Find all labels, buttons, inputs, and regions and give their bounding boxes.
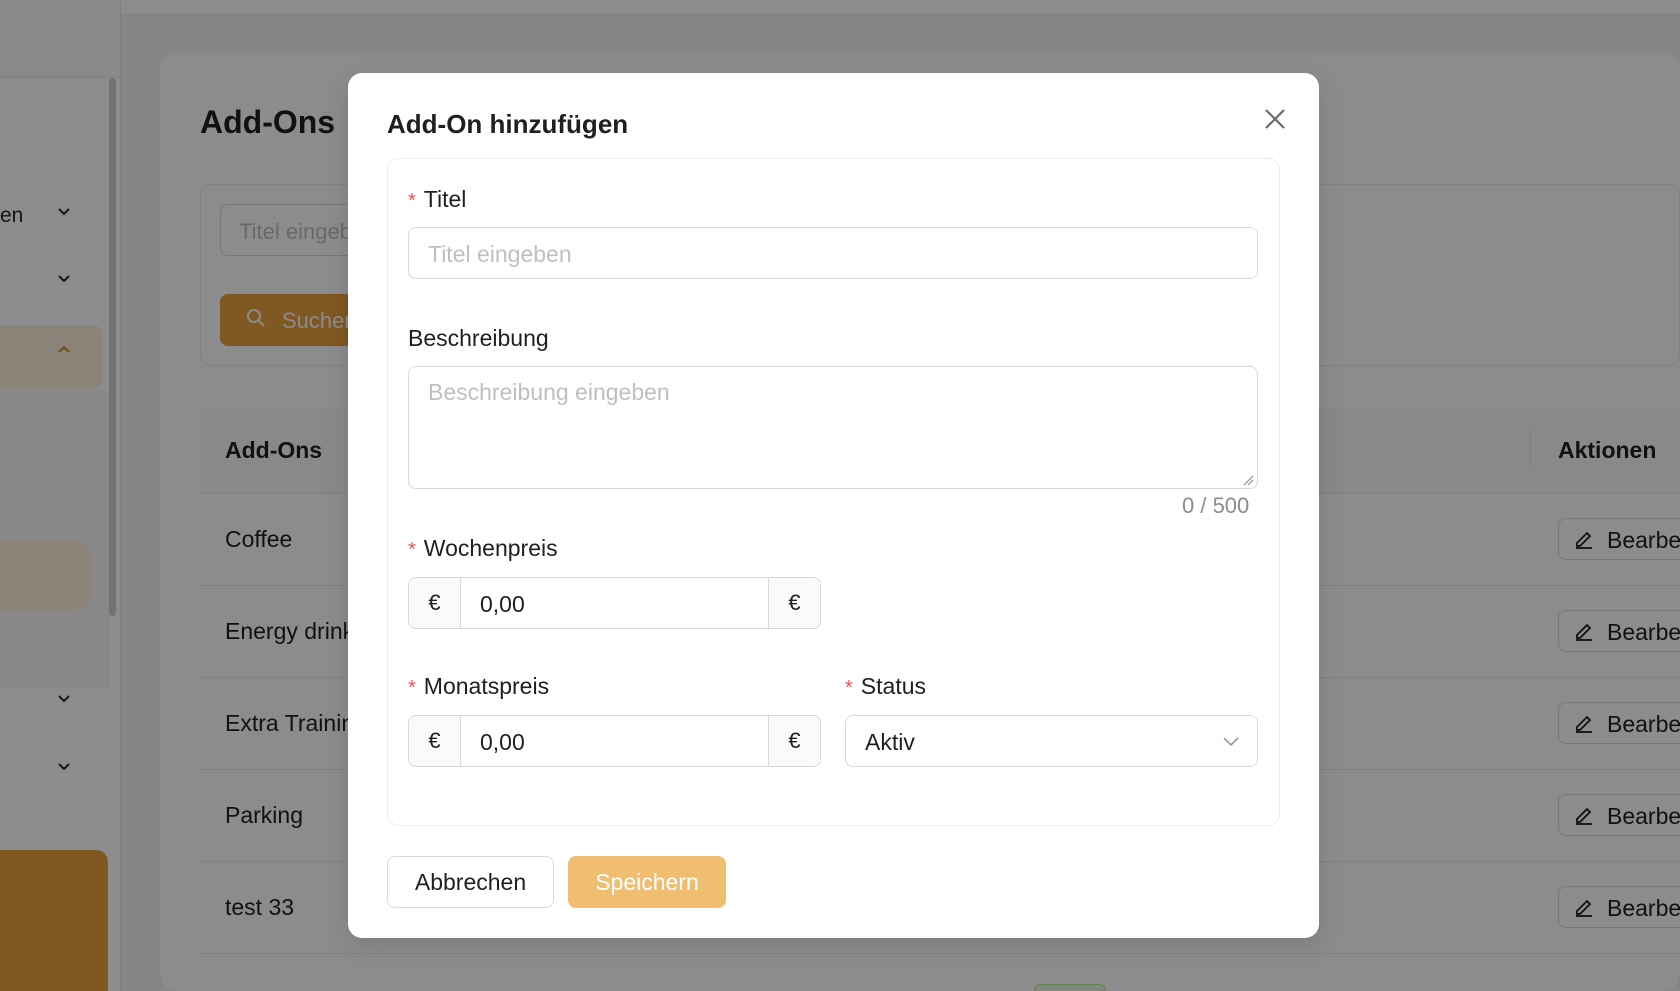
title-input[interactable]: Titel eingeben [408, 227, 1258, 279]
monthly-price-label-text: Monatspreis [423, 673, 550, 699]
required-mark: * [408, 190, 416, 212]
description-counter: 0 / 500 [1182, 493, 1250, 518]
status-label-text: Status [860, 673, 927, 699]
status-label: * Status [845, 673, 926, 700]
chevron-down-icon [1221, 731, 1241, 751]
status-select[interactable]: Aktiv [845, 715, 1258, 767]
required-mark: * [408, 677, 416, 699]
status-value: Aktiv [865, 729, 915, 755]
addon-form: * Titel Titel eingeben Beschreibung Besch… [387, 158, 1280, 826]
title-label-text: Titel [423, 186, 467, 212]
required-mark: * [408, 539, 416, 561]
euro-suffix: € [768, 716, 820, 766]
monthly-price-value: 0,00 [480, 729, 525, 755]
modal-title: Add-On hinzufügen [387, 109, 629, 139]
save-button[interactable]: Speichern [568, 856, 726, 908]
resize-handle-icon[interactable] [1242, 473, 1254, 486]
cancel-button[interactable]: Abbrechen [387, 856, 554, 908]
description-textarea[interactable]: Beschreibung eingeben [408, 366, 1258, 489]
required-mark: * [845, 677, 853, 699]
title-label: * Titel [408, 186, 466, 213]
description-placeholder: Beschreibung eingeben [428, 379, 670, 405]
weekly-price-value: 0,00 [480, 591, 525, 617]
weekly-price-label: * Wochenpreis [408, 535, 558, 562]
euro-suffix: € [768, 578, 820, 628]
close-icon[interactable] [1258, 102, 1292, 136]
monthly-price-label: * Monatspreis [408, 673, 549, 700]
weekly-price-input[interactable]: € 0,00 € [408, 577, 821, 629]
add-addon-modal: Add-On hinzufügen * Titel Titel eingeben … [348, 73, 1319, 938]
description-label: Beschreibung [408, 325, 549, 351]
weekly-price-label-text: Wochenpreis [423, 535, 558, 561]
euro-prefix: € [409, 578, 461, 628]
monthly-price-input[interactable]: € 0,00 € [408, 715, 821, 767]
title-placeholder: Titel eingeben [428, 241, 572, 267]
euro-prefix: € [409, 716, 461, 766]
